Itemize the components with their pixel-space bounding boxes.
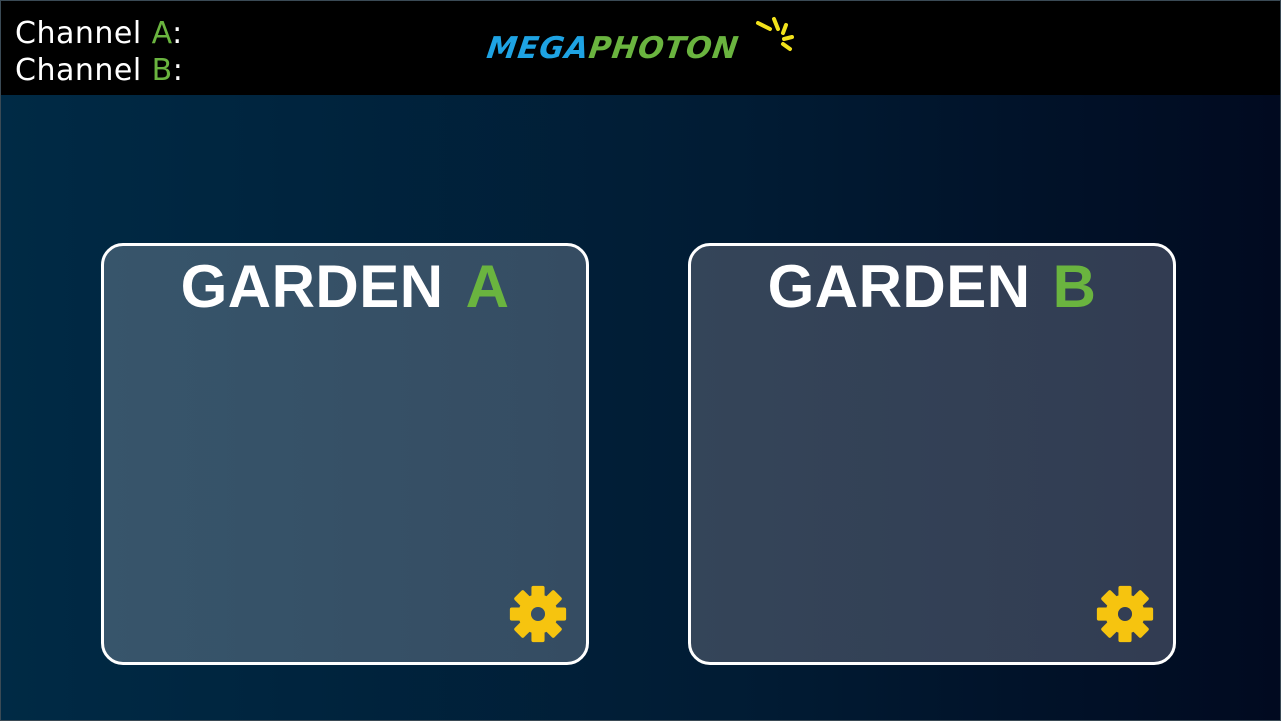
screen-border	[0, 0, 1281, 721]
